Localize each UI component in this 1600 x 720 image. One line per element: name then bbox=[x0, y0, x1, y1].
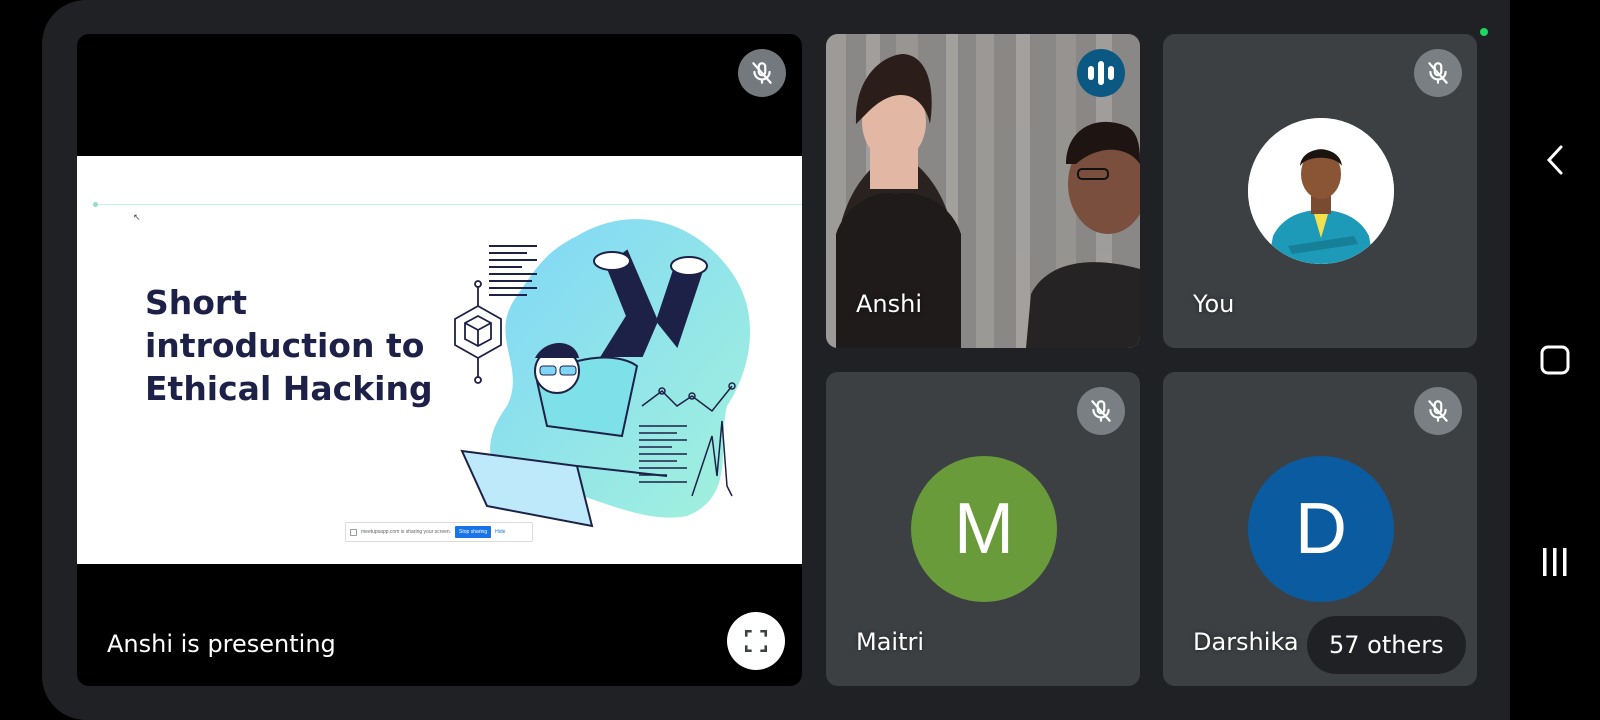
participant-tile-anshi[interactable]: Anshi bbox=[826, 34, 1140, 348]
status-indicator bbox=[1480, 28, 1488, 36]
screen-share-bar: meetupsapp.com is sharing your screen. S… bbox=[345, 522, 533, 542]
share-bar-text: meetupsapp.com is sharing your screen. bbox=[361, 529, 452, 535]
participant-name: Darshika bbox=[1193, 628, 1299, 656]
slide-guide-line bbox=[95, 204, 802, 205]
mic-off-icon bbox=[1414, 387, 1462, 435]
back-icon bbox=[1546, 145, 1563, 175]
others-count-button[interactable]: 57 others bbox=[1307, 616, 1466, 674]
hacker-illustration-icon bbox=[454, 219, 751, 528]
participant-tile-you[interactable]: You bbox=[1163, 34, 1477, 348]
speaking-icon bbox=[1077, 49, 1125, 97]
participant-tile-maitri[interactable]: M Maitri bbox=[826, 372, 1140, 686]
participant-name: You bbox=[1193, 290, 1235, 318]
presenter-label: Anshi is presenting bbox=[107, 630, 336, 658]
home-icon bbox=[1540, 345, 1570, 375]
recents-button[interactable] bbox=[1510, 542, 1600, 582]
slide-title: Short introduction to Ethical Hacking bbox=[145, 283, 433, 408]
hide-button: Hide bbox=[495, 529, 506, 535]
fullscreen-icon bbox=[744, 629, 768, 653]
recents-icon bbox=[1543, 548, 1567, 576]
slide-guide-dot bbox=[93, 202, 98, 207]
avatar: D bbox=[1248, 456, 1394, 602]
share-icon bbox=[350, 528, 357, 536]
fullscreen-button[interactable] bbox=[727, 612, 785, 670]
participant-name: Maitri bbox=[856, 628, 925, 656]
home-button[interactable] bbox=[1510, 340, 1600, 380]
mic-off-icon bbox=[1414, 49, 1462, 97]
shared-slide: ↖ Short introduction to Ethical Hacking bbox=[77, 156, 802, 564]
mic-off-icon bbox=[1077, 387, 1125, 435]
cursor-icon: ↖ bbox=[133, 212, 141, 222]
avatar bbox=[1248, 118, 1394, 264]
avatar: M bbox=[911, 456, 1057, 602]
stop-sharing-button: Stop sharing bbox=[455, 526, 492, 538]
participant-name: Anshi bbox=[856, 290, 923, 318]
mic-off-icon bbox=[738, 49, 786, 97]
presentation-tile[interactable]: ↖ Short introduction to Ethical Hacking bbox=[77, 34, 802, 686]
system-nav-bar bbox=[1510, 0, 1600, 720]
back-button[interactable] bbox=[1510, 140, 1600, 180]
